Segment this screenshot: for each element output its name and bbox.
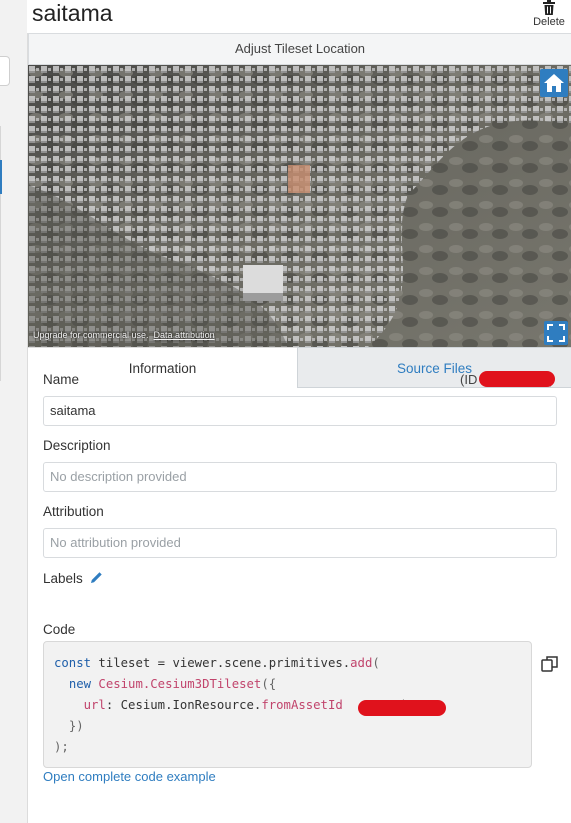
left-sidebar-strip	[0, 0, 27, 823]
code-snippet: const tileset = viewer.scene.primitives.…	[43, 641, 532, 768]
code-line: );	[54, 740, 69, 754]
delete-button[interactable]: Delete	[527, 0, 571, 32]
attribution-field[interactable]: No attribution provided	[43, 528, 557, 558]
attribution-label: Attribution	[43, 504, 104, 519]
redaction-mark	[479, 371, 555, 387]
asset-panel: Adjust Tileset Location Upgrade for comm…	[27, 33, 571, 823]
code-line: const tileset = viewer.scene.primitives.…	[54, 656, 380, 670]
home-view-button[interactable]	[540, 69, 568, 97]
expand-icon	[547, 324, 565, 342]
cesium-map-viewer[interactable]: Upgrade for commercial use. Data attribut…	[28, 65, 571, 347]
name-field[interactable]: saitama	[43, 396, 557, 426]
code-line: url: Cesium.IonResource.fromAssetId),	[83, 698, 416, 712]
open-code-example-link[interactable]: Open complete code example	[43, 769, 216, 784]
sidebar-active-indicator	[0, 160, 2, 194]
pencil-icon[interactable]	[90, 571, 103, 587]
home-icon	[544, 74, 564, 92]
sidebar-collapsed-input[interactable]	[0, 56, 10, 86]
copy-code-button[interactable]	[540, 654, 560, 674]
delete-label: Delete	[533, 16, 565, 28]
data-attribution-link[interactable]: Data attribution	[154, 330, 215, 340]
adjust-tileset-location-button[interactable]: Adjust Tileset Location	[28, 33, 571, 65]
description-field[interactable]: No description provided	[43, 462, 557, 492]
labels-label: Labels	[43, 571, 83, 586]
copy-icon	[541, 656, 558, 672]
code-line: new Cesium.Cesium3DTileset({	[68, 677, 277, 691]
code-line: })	[68, 719, 84, 733]
map-credits: Upgrade for commercial use. Data attribut…	[33, 330, 215, 340]
city-3d-scene	[28, 65, 571, 347]
description-label: Description	[43, 438, 111, 453]
fullscreen-button[interactable]	[544, 321, 568, 345]
labels-row: Labels	[43, 571, 103, 587]
id-prefix: (ID	[460, 372, 478, 387]
code-label: Code	[43, 622, 76, 637]
page-title: saitama	[32, 0, 113, 26]
trash-icon	[543, 0, 555, 15]
commercial-use-text: Upgrade for commercial use.	[33, 330, 149, 340]
redaction-mark	[358, 700, 446, 716]
name-label: Name	[43, 372, 80, 387]
